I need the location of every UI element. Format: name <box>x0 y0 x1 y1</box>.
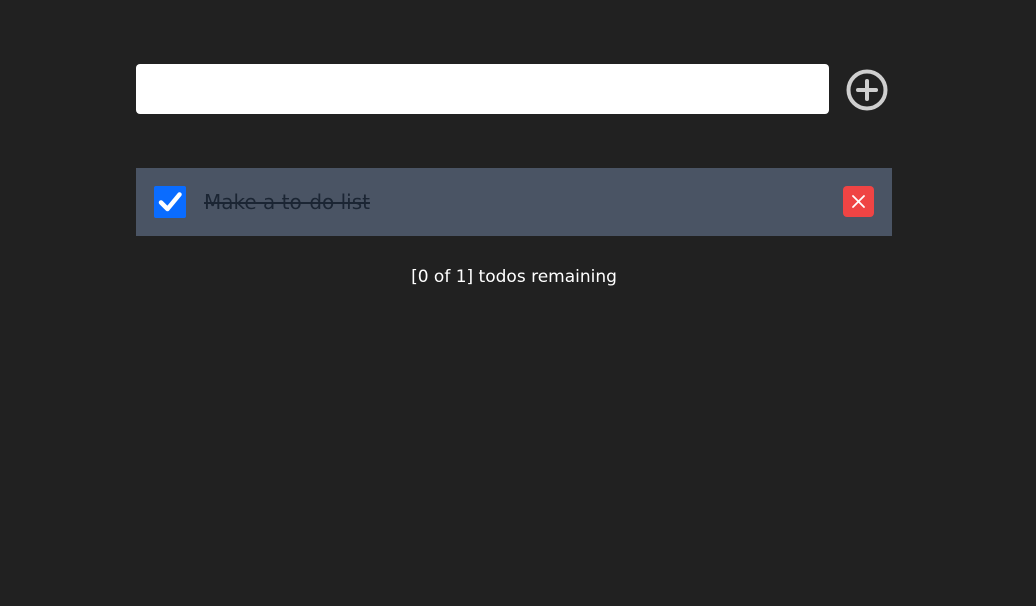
todos-remaining-text: [0 of 1] todos remaining <box>411 267 617 287</box>
todo-item: Make a to-do list <box>136 168 892 236</box>
plus-circle-icon <box>846 69 888 111</box>
todo-text: Make a to-do list <box>204 190 370 214</box>
todo-app: Make a to-do list [0 of 1] todos remaini… <box>0 0 1036 606</box>
todo-completed-checkbox[interactable] <box>154 186 186 218</box>
delete-todo-button[interactable] <box>843 186 874 217</box>
add-todo-button[interactable] <box>845 68 889 112</box>
new-todo-input[interactable] <box>136 64 829 114</box>
close-icon <box>852 195 865 208</box>
check-icon <box>158 192 182 212</box>
